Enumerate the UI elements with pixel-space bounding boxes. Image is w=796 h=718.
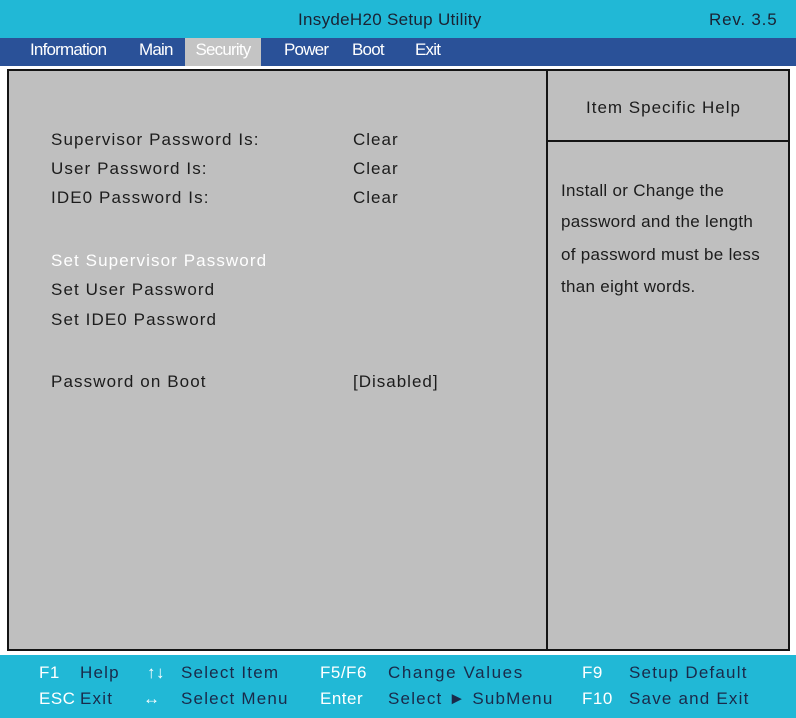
- menu-tab-security[interactable]: Security: [185, 38, 261, 66]
- menu-tab-information[interactable]: Information: [30, 38, 107, 66]
- window-title: InsydeH20 Setup Utility: [298, 10, 482, 29]
- select-item-text: Select Item: [181, 663, 280, 682]
- security-panel: Supervisor Password Is: Clear User Passw…: [7, 69, 790, 651]
- revision-label: Rev. 3.5: [709, 10, 778, 29]
- f1-help-text: Help: [80, 663, 120, 682]
- password-on-boot-value[interactable]: [Disabled]: [353, 372, 439, 392]
- user-password-status-label: User Password Is:: [51, 159, 208, 178]
- panel-divider: [546, 71, 548, 649]
- f9-key: F9: [582, 663, 603, 682]
- enter-key: Enter: [320, 689, 364, 708]
- menu-tab-power[interactable]: Power: [284, 38, 329, 66]
- select-menu-text: Select Menu: [181, 689, 289, 708]
- help-title-divider: [548, 140, 788, 142]
- key-help-footer: F1 Help ↑↓ Select Item F5/F6 Change Valu…: [0, 655, 796, 718]
- set-ide0-password-item[interactable]: Set IDE0 Password: [51, 310, 217, 330]
- esc-key: ESC: [39, 689, 76, 708]
- help-text-line: than eight words.: [561, 277, 696, 296]
- menu-tab-main[interactable]: Main: [139, 38, 173, 66]
- supervisor-password-status-label: Supervisor Password Is:: [51, 130, 260, 149]
- exit-text: Exit: [80, 689, 114, 708]
- select-submenu-text: Select ► SubMenu: [388, 689, 554, 708]
- ide0-password-status-label: IDE0 Password Is:: [51, 188, 210, 207]
- save-and-exit-text: Save and Exit: [629, 689, 750, 708]
- setup-default-text: Setup Default: [629, 663, 748, 682]
- set-supervisor-password-item[interactable]: Set Supervisor Password: [51, 251, 267, 271]
- help-text-line: password and the length: [561, 212, 754, 231]
- change-values-text: Change Values: [388, 663, 524, 682]
- menu-bar: Information Main Security Power Boot Exi…: [0, 38, 796, 66]
- user-password-status-value: Clear: [353, 159, 399, 178]
- f10-key: F10: [582, 689, 613, 708]
- password-on-boot-label: Password on Boot: [51, 372, 207, 391]
- menu-tab-exit[interactable]: Exit: [415, 38, 441, 66]
- ide0-password-status-value: Clear: [353, 188, 399, 207]
- menu-tab-boot[interactable]: Boot: [352, 38, 385, 66]
- left-right-arrow-icon: ↔: [143, 689, 161, 708]
- title-bar: InsydeH20 Setup Utility Rev. 3.5: [0, 0, 796, 38]
- help-text-line: of password must be less: [561, 245, 761, 264]
- f1-key: F1: [39, 663, 60, 682]
- up-down-arrow-icon: ↑↓: [147, 663, 165, 682]
- f5-f6-key: F5/F6: [320, 663, 367, 682]
- help-title: Item Specific Help: [586, 98, 741, 117]
- help-text-line: Install or Change the: [561, 181, 725, 200]
- set-user-password-item[interactable]: Set User Password: [51, 280, 215, 300]
- supervisor-password-status-value: Clear: [353, 130, 399, 149]
